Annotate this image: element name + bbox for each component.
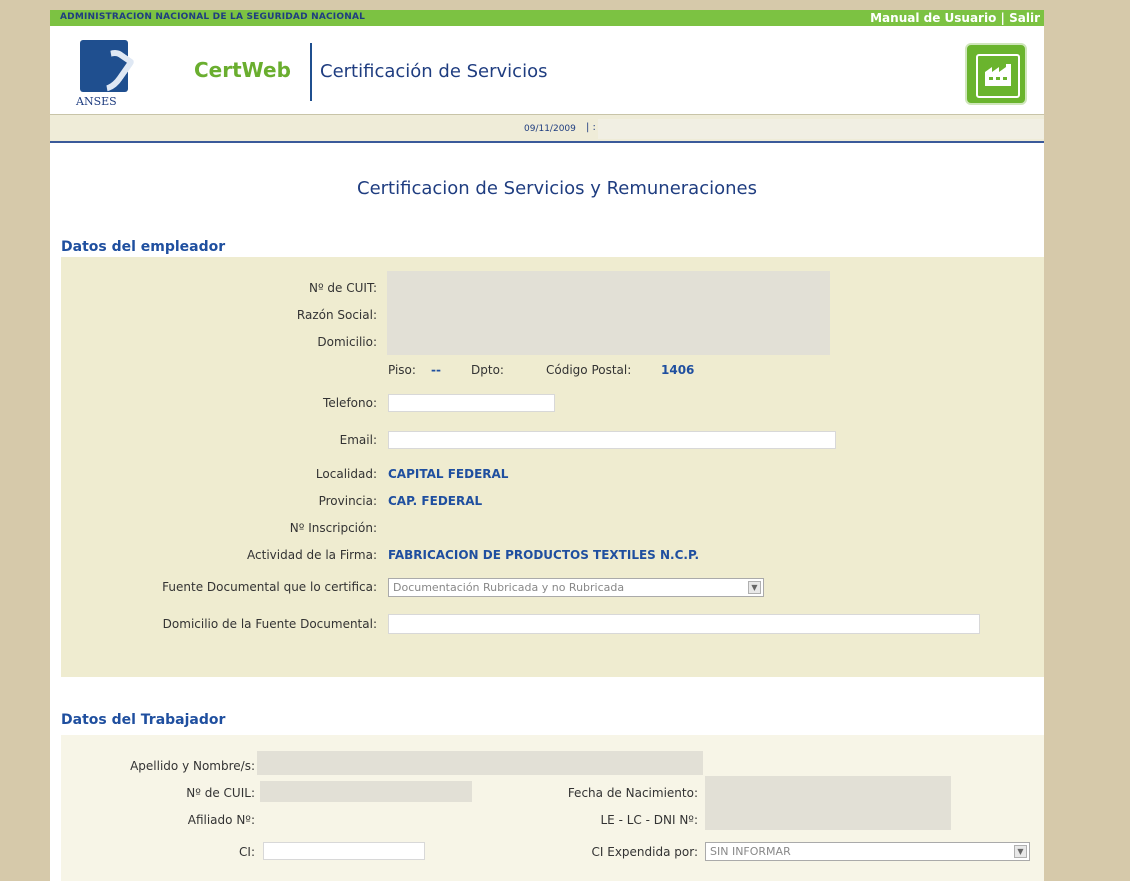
ci-label: CI: xyxy=(239,845,255,859)
domicilio-fuente-label: Domicilio de la Fuente Documental: xyxy=(162,617,377,631)
piso-label: Piso: xyxy=(388,363,416,377)
ci-expedida-value: SIN INFORMAR xyxy=(710,845,791,858)
fuente-documental-label: Fuente Documental que lo certifica: xyxy=(162,580,377,594)
header-divider xyxy=(310,43,312,101)
localidad-value: CAPITAL FEDERAL xyxy=(388,467,509,481)
anses-logo-text: ANSES xyxy=(76,95,117,108)
provincia-label: Provincia: xyxy=(318,494,377,508)
worker-panel: Apellido y Nombre/s: Nº de CUIL: Fecha d… xyxy=(61,735,1044,881)
factory-button[interactable] xyxy=(965,43,1027,105)
fecha-nacimiento-label: Fecha de Nacimiento: xyxy=(567,786,698,800)
org-name: ADMINISTRACION NACIONAL DE LA SEGURIDAD … xyxy=(60,12,366,22)
app-subtitle: Certificación de Servicios xyxy=(320,61,548,82)
dni-label: LE - LC - DNI Nº: xyxy=(600,813,699,827)
cuit-label: Nº de CUIT: xyxy=(308,281,377,295)
page: ADMINISTRACION NACIONAL DE LA SEGURIDAD … xyxy=(50,10,1044,881)
nacimiento-dni-box xyxy=(705,776,951,830)
razon-social-label: Razón Social: xyxy=(296,308,377,322)
link-separator: | xyxy=(1000,11,1005,25)
nombre-value-box xyxy=(257,751,703,775)
ci-expedida-select[interactable]: SIN INFORMAR ▼ xyxy=(705,842,1030,861)
domicilio-fuente-input[interactable] xyxy=(388,614,980,634)
dpto-label: Dpto: xyxy=(471,363,504,377)
fuente-documental-value: Documentación Rubricada y no Rubricada xyxy=(393,581,625,594)
page-title: Certificacion de Servicios y Remuneracio… xyxy=(357,178,757,199)
employer-section-title: Datos del empleador xyxy=(61,239,226,255)
nombre-label: Apellido y Nombre/s: xyxy=(130,759,255,773)
date-separator: | : xyxy=(586,122,596,133)
ci-input[interactable] xyxy=(263,842,425,860)
employer-info-box xyxy=(387,271,830,355)
piso-value: -- xyxy=(431,363,441,377)
chevron-down-icon: ▼ xyxy=(1014,845,1027,858)
date-bar: 09/11/2009 | : xyxy=(50,114,1044,143)
telefono-input[interactable] xyxy=(388,394,555,412)
inscripcion-label: Nº Inscripción: xyxy=(289,521,377,535)
actividad-value: FABRICACION DE PRODUCTOS TEXTILES N.C.P. xyxy=(388,548,700,562)
header: ANSES CertWeb Certificación de Servicios xyxy=(50,26,1044,114)
current-date: 09/11/2009 xyxy=(524,124,576,134)
manual-link[interactable]: Manual de Usuario xyxy=(870,11,996,25)
chevron-down-icon: ▼ xyxy=(748,581,761,594)
codigo-postal-label: Código Postal: xyxy=(546,363,632,377)
provincia-value: CAP. FEDERAL xyxy=(388,494,483,508)
top-links: Manual de Usuario | Salir xyxy=(870,11,1040,25)
cuil-label: Nº de CUIL: xyxy=(186,786,255,800)
factory-icon xyxy=(976,54,1020,98)
employer-panel: Nº de CUIT: Razón Social: Domicilio: Pis… xyxy=(61,257,1044,677)
afiliado-label: Afiliado Nº: xyxy=(187,813,255,827)
telefono-label: Telefono: xyxy=(323,396,377,410)
salir-link[interactable]: Salir xyxy=(1009,11,1040,25)
fuente-documental-select[interactable]: Documentación Rubricada y no Rubricada ▼ xyxy=(388,578,764,597)
anses-logo-icon xyxy=(80,40,128,92)
ci-expedida-label: CI Expendida por: xyxy=(591,845,698,859)
email-input[interactable] xyxy=(388,431,836,449)
domicilio-label: Domicilio: xyxy=(317,335,377,349)
cuil-value-box xyxy=(260,781,472,802)
anses-logo[interactable]: ANSES xyxy=(76,40,136,110)
user-info-box xyxy=(598,119,1044,139)
localidad-label: Localidad: xyxy=(315,467,377,481)
brand-name: CertWeb xyxy=(194,58,291,82)
actividad-label: Actividad de la Firma: xyxy=(247,548,377,562)
email-label: Email: xyxy=(339,433,377,447)
worker-section-title: Datos del Trabajador xyxy=(61,712,226,728)
top-bar: ADMINISTRACION NACIONAL DE LA SEGURIDAD … xyxy=(50,10,1044,26)
codigo-postal-value: 1406 xyxy=(661,363,695,377)
